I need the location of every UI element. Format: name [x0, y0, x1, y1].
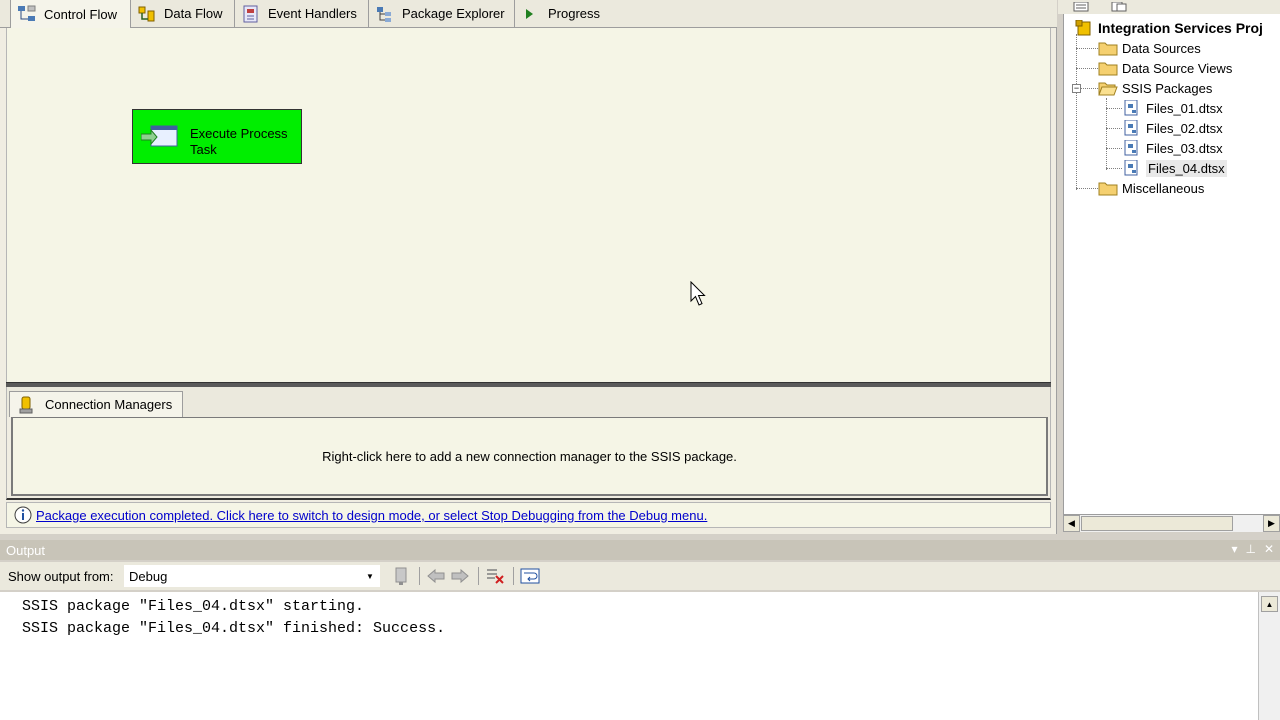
tab-label: Package Explorer — [402, 6, 505, 21]
tree-label: Data Source Views — [1122, 60, 1233, 76]
tab-package-explorer[interactable]: Package Explorer — [369, 0, 515, 27]
connection-managers-area[interactable]: Right-click here to add a new connection… — [11, 417, 1048, 496]
tab-label: Data Flow — [164, 6, 223, 21]
package-designer: Control Flow Data Flow Event Handlers Pa… — [0, 0, 1057, 534]
previous-message-icon[interactable] — [425, 565, 447, 587]
package-file-icon — [1122, 160, 1142, 176]
tab-connection-managers[interactable]: Connection Managers — [9, 391, 183, 417]
tree-item-package[interactable]: Files_03.dtsx — [1122, 138, 1223, 158]
scroll-right-icon[interactable]: ▶ — [1263, 515, 1280, 532]
pin-icon[interactable]: ⊥ — [1245, 542, 1255, 556]
output-source-select[interactable]: Debug ▼ — [124, 565, 380, 587]
project-icon — [1074, 20, 1094, 36]
word-wrap-icon[interactable] — [519, 565, 541, 587]
tab-data-flow[interactable]: Data Flow — [131, 0, 235, 27]
toolbar-separator — [513, 567, 514, 585]
toolbar-separator — [478, 567, 479, 585]
tree-item-package[interactable]: Files_02.dtsx — [1122, 118, 1223, 138]
solution-hscrollbar[interactable]: ◀ ▶ — [1063, 514, 1280, 532]
folder-icon — [1098, 40, 1118, 56]
scroll-left-icon[interactable]: ◀ — [1063, 515, 1080, 532]
designer-tabbar: Control Flow Data Flow Event Handlers Pa… — [0, 0, 1057, 28]
folder-icon — [1098, 180, 1118, 196]
output-vscrollbar[interactable]: ▲ — [1258, 592, 1280, 720]
tree-item-miscellaneous[interactable]: Miscellaneous — [1098, 178, 1204, 198]
tree-label: Miscellaneous — [1122, 180, 1205, 196]
tab-label: Control Flow — [44, 6, 117, 22]
tree-item-ssis-packages[interactable]: SSIS Packages — [1098, 78, 1212, 98]
package-file-icon — [1122, 100, 1142, 116]
switch-to-design-link[interactable]: Package execution completed. Click here … — [36, 508, 707, 523]
tree-label: Data Sources — [1122, 40, 1201, 56]
tree-item-package-selected[interactable]: Files_04.dtsx — [1122, 158, 1227, 178]
output-source-value: Debug — [129, 568, 168, 584]
tree-item-package[interactable]: Files_01.dtsx — [1122, 98, 1223, 118]
folder-icon — [1098, 60, 1118, 76]
control-flow-canvas[interactable]: Execute Process Task — [6, 28, 1051, 382]
output-line: SSIS package "Files_04.dtsx" finished: S… — [22, 620, 446, 637]
scroll-up-icon[interactable]: ▲ — [1261, 596, 1278, 612]
tree-label: Files_04.dtsx — [1146, 159, 1227, 177]
clear-all-icon[interactable] — [484, 565, 506, 587]
solution-explorer: − Integration Services Proj Data Sources… — [1058, 0, 1280, 534]
control-flow-icon — [17, 5, 37, 23]
mouse-pointer-icon — [690, 281, 706, 306]
output-toolbar: Show output from: Debug ▼ — [0, 562, 1280, 590]
tree-item-data-source-views[interactable]: Data Source Views — [1098, 58, 1232, 78]
task-label-line2: Task — [190, 142, 217, 157]
tree-label: Files_01.dtsx — [1146, 100, 1223, 116]
connection-manager-icon — [16, 395, 36, 415]
next-message-icon[interactable] — [449, 565, 471, 587]
tree-label: Integration Services Proj — [1098, 20, 1263, 36]
progress-arrow-icon — [521, 5, 541, 23]
tab-label: Connection Managers — [45, 397, 173, 412]
data-flow-icon — [137, 5, 157, 23]
tab-event-handlers[interactable]: Event Handlers — [235, 0, 369, 27]
dropdown-icon[interactable]: ▾ — [1231, 542, 1237, 556]
tab-progress[interactable]: Progress — [515, 0, 615, 27]
solution-tree[interactable]: − Integration Services Proj Data Sources… — [1063, 14, 1280, 514]
tree-label: Files_03.dtsx — [1146, 140, 1223, 156]
output-text[interactable]: SSIS package "Files_04.dtsx" starting. S… — [0, 592, 1258, 720]
package-file-icon — [1122, 140, 1142, 156]
tree-label: SSIS Packages — [1122, 80, 1213, 96]
task-label-line1: Execute Process — [190, 126, 288, 141]
tab-label: Progress — [548, 6, 601, 21]
execution-infobar: Package execution completed. Click here … — [6, 502, 1051, 528]
tree-label: Files_02.dtsx — [1146, 120, 1223, 136]
tab-control-flow[interactable]: Control Flow — [10, 0, 131, 28]
output-title: Output — [6, 542, 46, 558]
chevron-down-icon[interactable]: ▼ — [363, 568, 377, 584]
find-message-icon[interactable] — [390, 565, 412, 587]
package-file-icon — [1122, 120, 1142, 136]
tree-item-data-sources[interactable]: Data Sources — [1098, 38, 1201, 58]
execute-process-task[interactable]: Execute Process Task — [132, 109, 302, 164]
info-icon — [13, 505, 33, 525]
toolbar-separator — [419, 567, 420, 585]
properties-icon[interactable] — [1072, 0, 1092, 12]
output-line: SSIS package "Files_04.dtsx" starting. — [22, 598, 365, 615]
output-title-bar: Output ▾ ⊥ ✕ — [0, 540, 1280, 560]
execute-process-task-icon — [140, 124, 181, 150]
connection-managers-hint: Right-click here to add a new connection… — [322, 448, 737, 464]
solution-toolbar — [1058, 0, 1280, 14]
tree-root-project[interactable]: Integration Services Proj — [1074, 18, 1263, 38]
connection-managers-tabrow: Connection Managers — [6, 387, 1051, 417]
show-output-label: Show output from: — [8, 568, 114, 584]
close-icon[interactable]: ✕ — [1264, 542, 1274, 556]
open-folder-icon — [1098, 80, 1118, 96]
package-explorer-icon — [375, 5, 395, 23]
output-panel: Output ▾ ⊥ ✕ Show output from: Debug ▼ S… — [0, 540, 1280, 720]
task-label: Execute Process Task — [190, 126, 288, 158]
tab-label: Event Handlers — [268, 6, 357, 21]
show-all-files-icon[interactable] — [1110, 0, 1130, 12]
event-handlers-icon — [241, 5, 261, 23]
collapse-icon[interactable]: − — [1072, 84, 1081, 93]
scroll-thumb[interactable] — [1081, 516, 1233, 531]
